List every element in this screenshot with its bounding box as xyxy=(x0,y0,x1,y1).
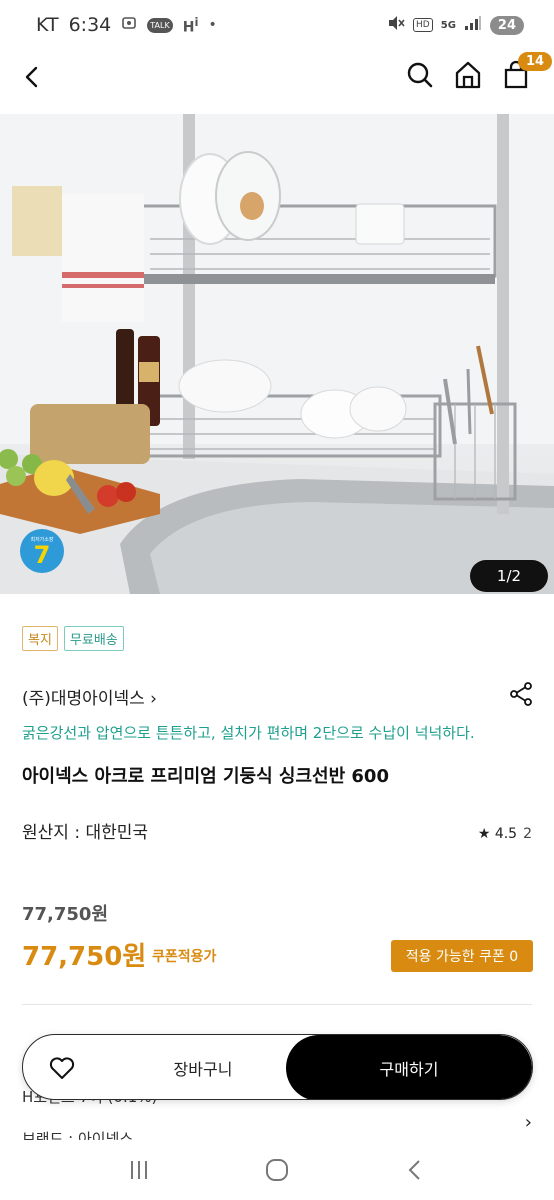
network-icon: 5G xyxy=(440,19,456,31)
status-bar: KT 6:34 TALK Hi • HD 5G 24 xyxy=(0,0,554,50)
divider xyxy=(22,1004,532,1005)
mute-icon xyxy=(387,15,405,35)
system-back-icon[interactable] xyxy=(400,1155,430,1185)
back-icon[interactable] xyxy=(18,62,48,92)
product-photo xyxy=(0,114,554,594)
heart-icon[interactable] xyxy=(47,1053,77,1083)
sticker-number: 7 xyxy=(33,540,51,569)
buy-now-button[interactable]: 구매하기 xyxy=(286,1035,532,1099)
cart-icon[interactable]: 14 xyxy=(502,52,553,90)
product-tags: 복지 무료배송 xyxy=(22,626,124,651)
talk-icon: TALK xyxy=(147,17,173,33)
system-nav-bar xyxy=(0,1140,554,1200)
battery-indicator: 24 xyxy=(489,15,524,35)
rating[interactable]: ★ 4.5 2 xyxy=(478,826,532,842)
original-price: 77,750원 xyxy=(22,904,109,925)
cart-count-badge: 14 xyxy=(518,52,553,71)
tag-welfare: 복지 xyxy=(22,626,58,651)
header-actions: 14 xyxy=(406,52,553,90)
product-tagline: 굵은강선과 압연으로 튼튼하고, 설치가 편하며 2단으로 수납이 넉넉하다. xyxy=(22,724,475,742)
tag-free-shipping: 무료배송 xyxy=(63,626,124,651)
product-title: 아이넥스 아크로 프리미엄 기둥식 싱크선반 600 xyxy=(22,766,389,787)
dot-icon: • xyxy=(208,17,217,33)
clock: 6:34 xyxy=(68,14,112,36)
home-button-icon[interactable] xyxy=(262,1155,292,1185)
coupon-button[interactable]: 적용 가능한 쿠폰 0 xyxy=(391,940,533,972)
carrier-label: KT xyxy=(36,14,59,36)
product-image-carousel[interactable]: 최저가소장 7 1/2 xyxy=(0,114,554,594)
search-icon[interactable] xyxy=(406,60,434,90)
coupon-applied-label: 쿠폰적용가 xyxy=(152,949,217,965)
origin-label: 원산지 : 대한민국 xyxy=(22,823,149,843)
recent-apps-icon[interactable] xyxy=(124,1155,154,1185)
signal-icon xyxy=(464,15,482,35)
purchase-bar: 장바구니 구매하기 xyxy=(22,1034,533,1100)
app-header: 14 xyxy=(0,50,554,114)
home-icon[interactable] xyxy=(454,60,482,90)
share-icon[interactable] xyxy=(508,681,534,707)
screenshot-icon xyxy=(121,15,137,35)
brand-link[interactable]: (주)대명아이넥스 › xyxy=(22,684,157,709)
chevron-right-icon: › xyxy=(524,1112,532,1133)
add-to-cart-button[interactable]: 장바구니 xyxy=(123,1035,283,1099)
sale-price: 77,750원 xyxy=(22,942,147,972)
discount-sticker: 최저가소장 7 xyxy=(20,529,64,573)
page-indicator: 1/2 xyxy=(470,560,548,592)
rating-count: 2 xyxy=(523,826,532,842)
status-left: KT 6:34 TALK Hi • xyxy=(36,14,217,36)
rating-score: ★ 4.5 xyxy=(477,826,518,842)
hd-icon: HD xyxy=(413,18,433,32)
hi-icon: Hi xyxy=(182,14,199,36)
status-right: HD 5G 24 xyxy=(387,15,524,35)
